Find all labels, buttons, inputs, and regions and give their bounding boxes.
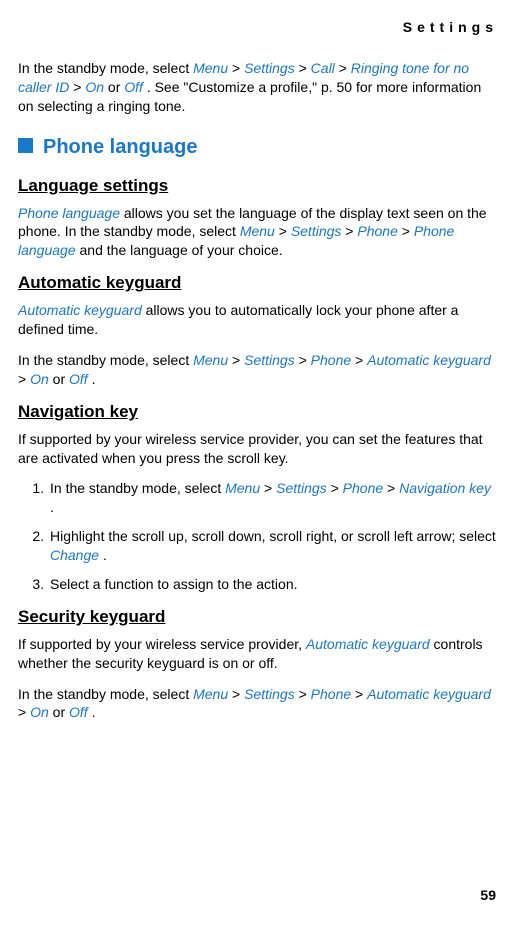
separator: > bbox=[339, 60, 351, 76]
language-settings-paragraph: Phone language allows you set the langua… bbox=[18, 204, 498, 261]
menu-path-menu: Menu bbox=[193, 60, 228, 76]
separator: > bbox=[345, 223, 357, 239]
menu-path-menu: Menu bbox=[193, 686, 228, 702]
list-item: In the standby mode, select Menu > Setti… bbox=[48, 479, 498, 517]
separator: > bbox=[331, 480, 343, 496]
text: and the language of your choice. bbox=[80, 242, 283, 258]
security-keyguard-path: In the standby mode, select Menu > Setti… bbox=[18, 685, 498, 723]
separator: > bbox=[232, 686, 244, 702]
page-number: 59 bbox=[480, 886, 496, 905]
separator: > bbox=[299, 686, 311, 702]
list-item: Select a function to assign to the actio… bbox=[48, 575, 498, 594]
security-keyguard-intro: If supported by your wireless service pr… bbox=[18, 635, 498, 673]
term-automatic-keyguard: Automatic keyguard bbox=[306, 636, 430, 652]
option-on: On bbox=[30, 704, 49, 720]
automatic-keyguard-desc: Automatic keyguard allows you to automat… bbox=[18, 301, 498, 339]
option-on: On bbox=[85, 79, 104, 95]
separator: > bbox=[299, 60, 311, 76]
text: In the standby mode, select bbox=[18, 60, 193, 76]
separator: > bbox=[387, 480, 399, 496]
term-automatic-keyguard: Automatic keyguard bbox=[18, 302, 142, 318]
section-title-phone-language: Phone language bbox=[18, 134, 498, 161]
subheading-automatic-keyguard: Automatic keyguard bbox=[18, 272, 498, 295]
menu-path-automatic-keyguard: Automatic keyguard bbox=[367, 352, 491, 368]
period: . bbox=[92, 704, 96, 720]
section-bullet-icon bbox=[18, 138, 33, 153]
menu-path-settings: Settings bbox=[244, 60, 295, 76]
subheading-language-settings: Language settings bbox=[18, 175, 498, 198]
text: In the standby mode, select bbox=[50, 480, 225, 496]
menu-path-automatic-keyguard: Automatic keyguard bbox=[367, 686, 491, 702]
list-item: Highlight the scroll up, scroll down, sc… bbox=[48, 527, 498, 565]
separator: > bbox=[279, 223, 291, 239]
running-header: Settings bbox=[18, 18, 498, 37]
menu-path-call: Call bbox=[311, 60, 335, 76]
option-on: On bbox=[30, 371, 49, 387]
menu-path-settings: Settings bbox=[291, 223, 342, 239]
subheading-navigation-key: Navigation key bbox=[18, 401, 498, 424]
menu-path-phone: Phone bbox=[311, 352, 351, 368]
option-off: Off bbox=[69, 371, 88, 387]
menu-path-phone: Phone bbox=[357, 223, 397, 239]
menu-path-phone: Phone bbox=[311, 686, 351, 702]
separator: > bbox=[18, 371, 30, 387]
menu-path-menu: Menu bbox=[240, 223, 275, 239]
navigation-key-intro: If supported by your wireless service pr… bbox=[18, 430, 498, 468]
text: In the standby mode, select bbox=[18, 352, 193, 368]
option-off: Off bbox=[69, 704, 88, 720]
period: . bbox=[50, 499, 54, 515]
separator: > bbox=[232, 60, 244, 76]
menu-path-phone: Phone bbox=[343, 480, 383, 496]
menu-path-navigation-key: Navigation key bbox=[399, 480, 491, 496]
menu-path-settings: Settings bbox=[276, 480, 327, 496]
section-title-text: Phone language bbox=[43, 136, 197, 158]
separator: > bbox=[73, 79, 85, 95]
option-off: Off bbox=[124, 79, 143, 95]
menu-path-settings: Settings bbox=[244, 686, 295, 702]
text-or: or bbox=[53, 704, 69, 720]
separator: > bbox=[299, 352, 311, 368]
subheading-security-keyguard: Security keyguard bbox=[18, 606, 498, 629]
text-or: or bbox=[108, 79, 124, 95]
period: . bbox=[92, 371, 96, 387]
separator: > bbox=[232, 352, 244, 368]
separator: > bbox=[18, 704, 30, 720]
menu-path-menu: Menu bbox=[225, 480, 260, 496]
separator: > bbox=[355, 352, 367, 368]
separator: > bbox=[264, 480, 276, 496]
text: In the standby mode, select bbox=[18, 686, 193, 702]
period: . bbox=[103, 547, 107, 563]
menu-path-settings: Settings bbox=[244, 352, 295, 368]
text-or: or bbox=[53, 371, 69, 387]
option-change: Change bbox=[50, 547, 99, 563]
automatic-keyguard-path: In the standby mode, select Menu > Setti… bbox=[18, 351, 498, 389]
separator: > bbox=[402, 223, 414, 239]
separator: > bbox=[355, 686, 367, 702]
navigation-key-steps: In the standby mode, select Menu > Setti… bbox=[18, 479, 498, 593]
menu-path-menu: Menu bbox=[193, 352, 228, 368]
intro-paragraph: In the standby mode, select Menu > Setti… bbox=[18, 59, 498, 116]
term-phone-language: Phone language bbox=[18, 205, 120, 221]
text: If supported by your wireless service pr… bbox=[18, 636, 306, 652]
text: Highlight the scroll up, scroll down, sc… bbox=[50, 528, 496, 544]
